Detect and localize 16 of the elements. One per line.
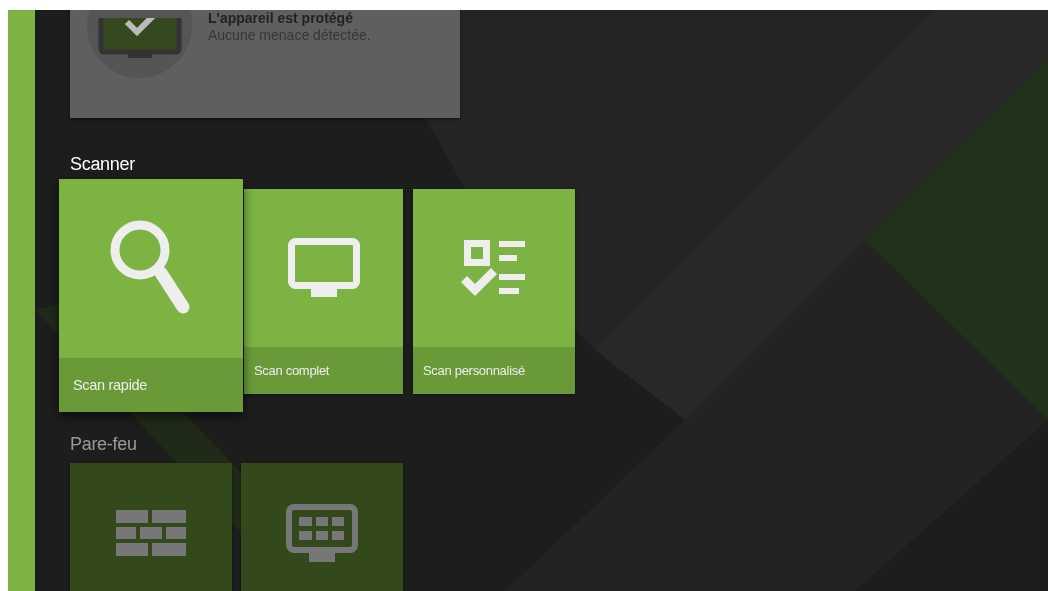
section-heading: Scanner bbox=[70, 154, 136, 175]
tile-label: Scan complet bbox=[244, 347, 403, 394]
scan-tile[interactable]: Scan personnalisé bbox=[413, 189, 575, 394]
tile-label: Scan rapide bbox=[59, 358, 243, 412]
brick-wall-icon bbox=[116, 510, 186, 556]
checklist-icon bbox=[461, 240, 527, 296]
monitor-check-icon bbox=[97, 18, 182, 58]
tile-label: Scan personnalisé bbox=[413, 347, 575, 394]
firewall-tile[interactable] bbox=[241, 463, 403, 591]
section-heading: Pare-feu bbox=[70, 434, 138, 455]
monitor-grid-icon bbox=[286, 504, 358, 562]
firewall-tile[interactable] bbox=[70, 463, 232, 591]
scan-tile[interactable]: Scan complet bbox=[244, 189, 403, 394]
scan-tile[interactable]: Scan rapide bbox=[59, 179, 243, 412]
monitor-icon bbox=[287, 238, 360, 298]
status-title: L'appareil est protégé bbox=[208, 10, 354, 26]
